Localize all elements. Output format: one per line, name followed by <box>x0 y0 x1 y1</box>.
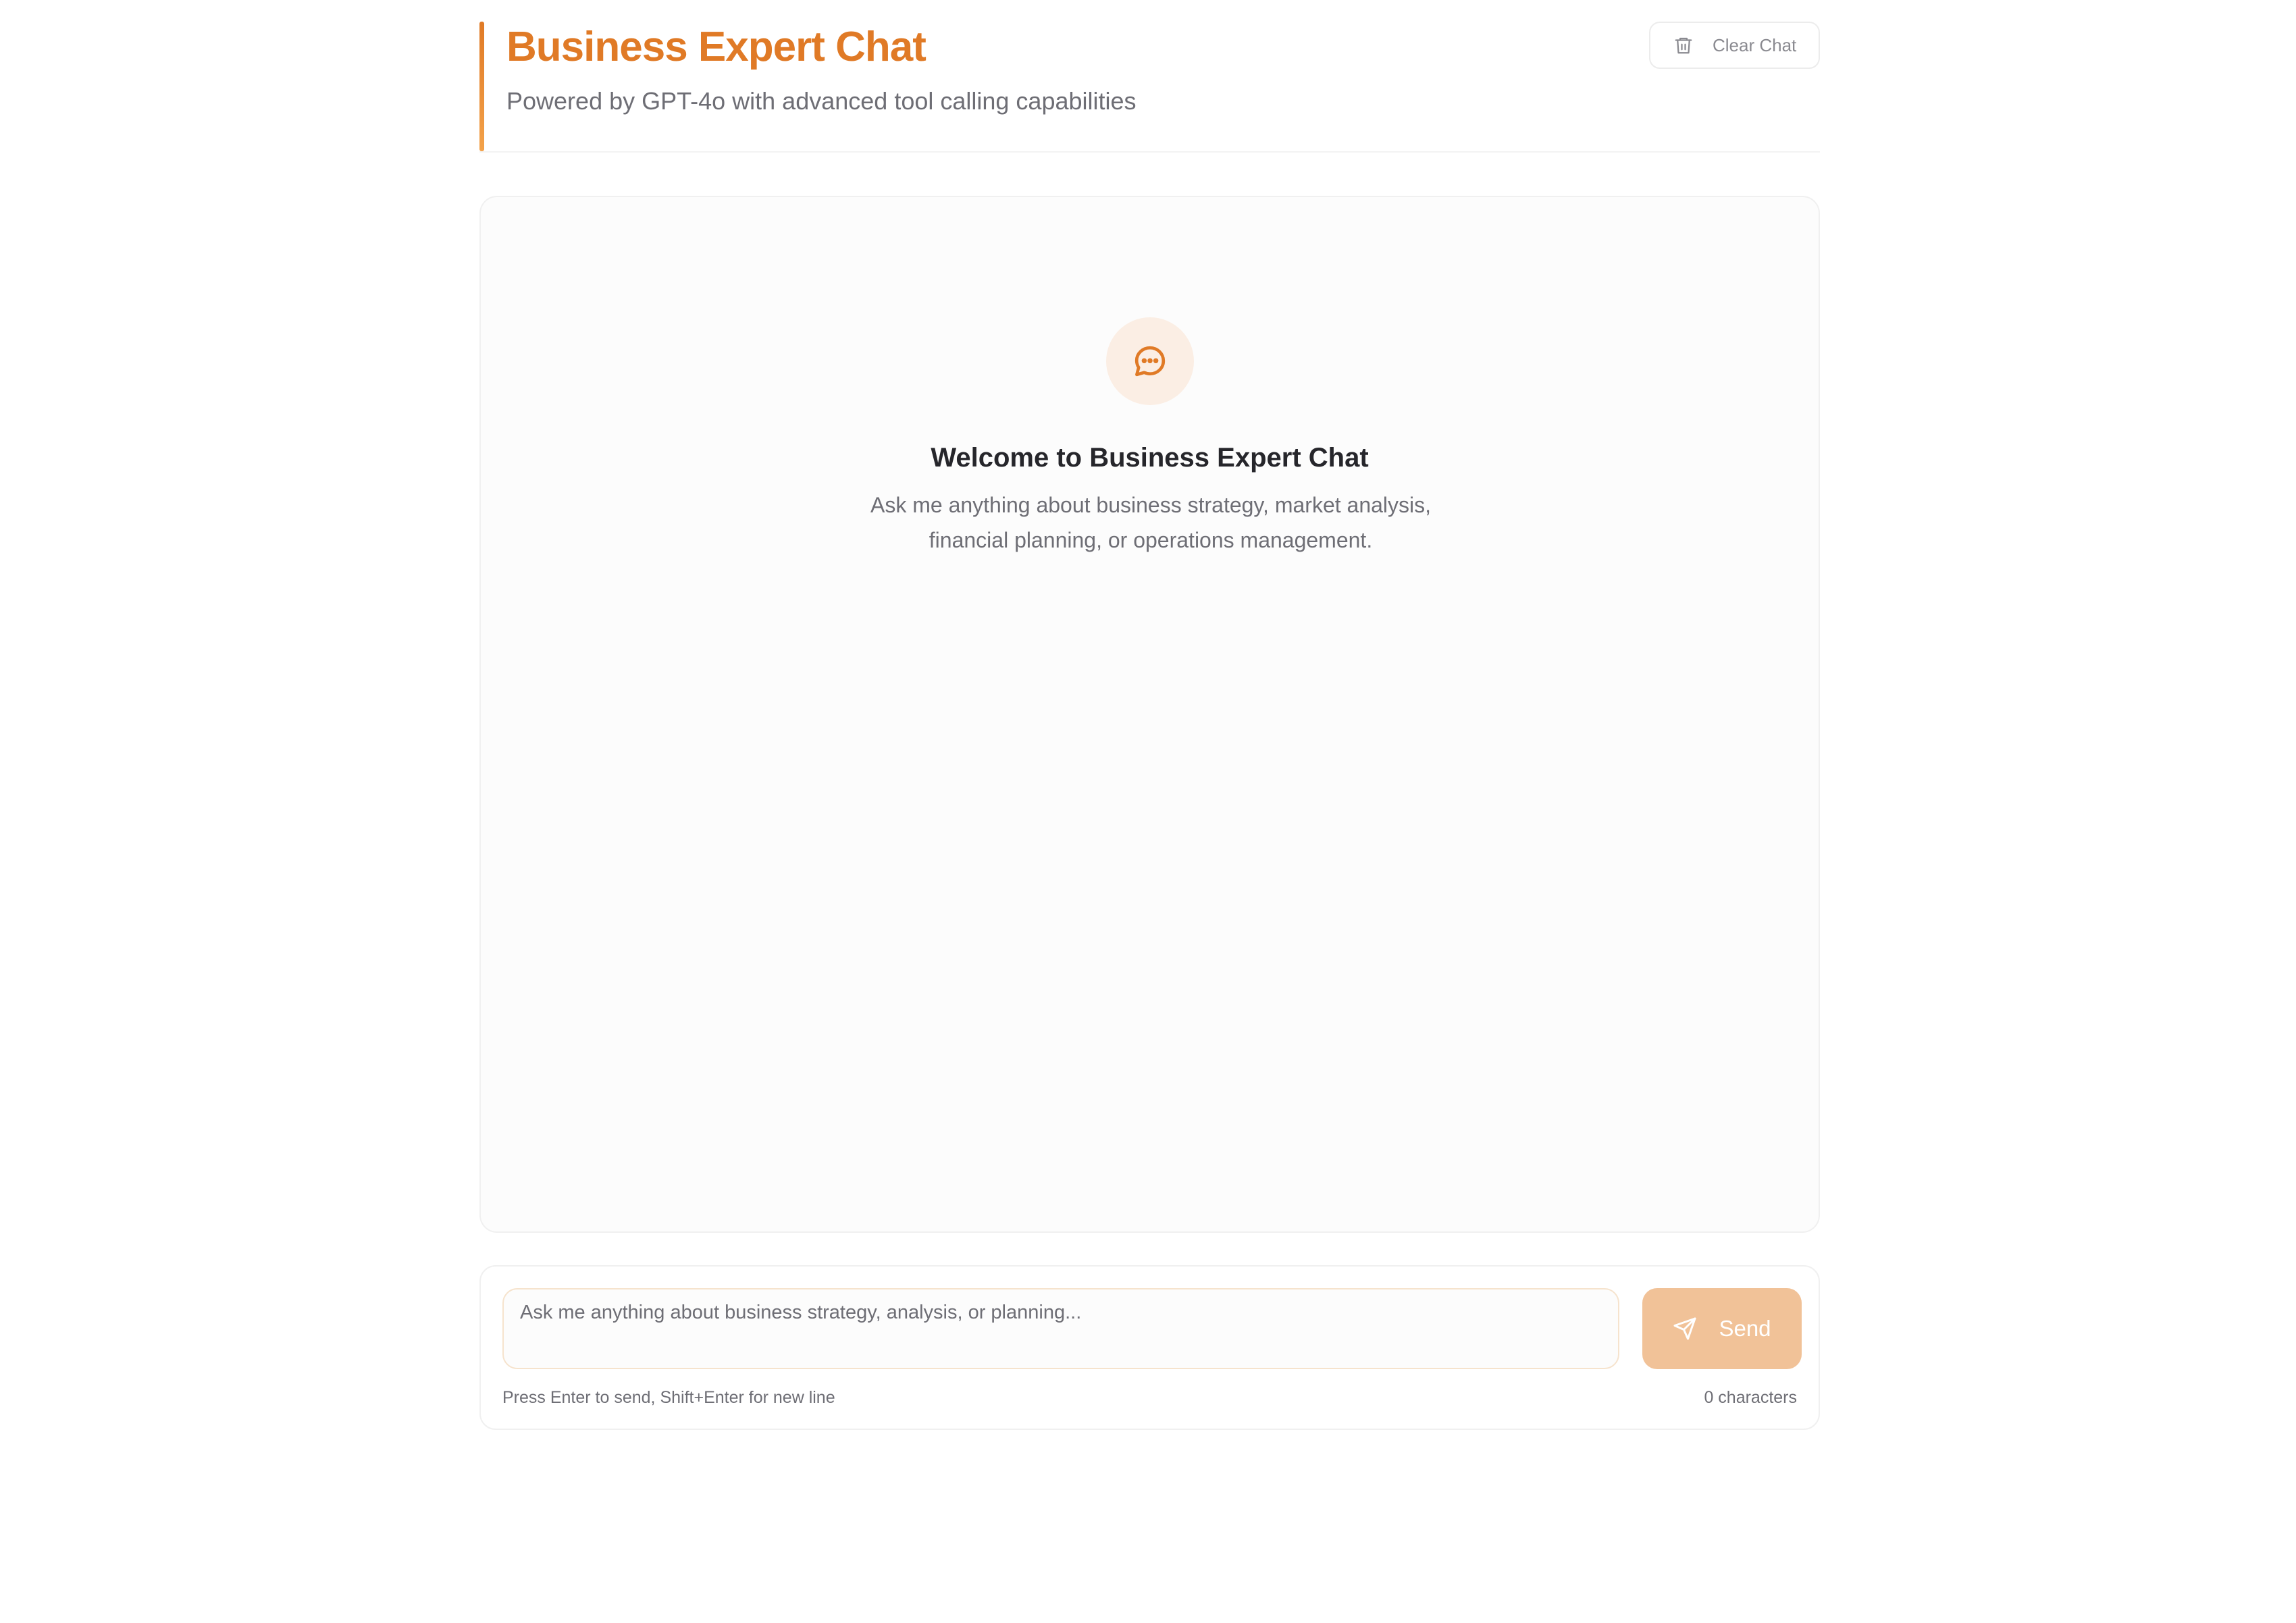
welcome-icon-circle <box>1106 317 1194 405</box>
character-count: 0 characters <box>1704 1388 1797 1407</box>
send-label: Send <box>1719 1316 1771 1341</box>
message-input[interactable] <box>502 1288 1619 1369</box>
trash-icon <box>1675 37 1692 54</box>
send-button[interactable]: Send <box>1642 1288 1802 1369</box>
send-icon <box>1673 1317 1696 1340</box>
clear-chat-label: Clear Chat <box>1713 34 1797 55</box>
page-title: Business Expert Chat <box>506 24 927 70</box>
chat-bubble-icon <box>1134 346 1166 377</box>
app-container: Business Expert Chat Powered by GPT-4o w… <box>479 0 1820 1623</box>
header: Business Expert Chat Powered by GPT-4o w… <box>479 22 1820 153</box>
chat-messages-panel: Welcome to Business Expert Chat Ask me a… <box>479 196 1820 1233</box>
clear-chat-button[interactable]: Clear Chat <box>1649 22 1820 69</box>
header-accent-bar <box>479 22 484 151</box>
page-subtitle: Powered by GPT-4o with advanced tool cal… <box>506 87 1137 115</box>
message-composer: Send Press Enter to send, Shift+Enter fo… <box>479 1265 1820 1430</box>
keyboard-hint: Press Enter to send, Shift+Enter for new… <box>502 1388 835 1407</box>
welcome-title: Welcome to Business Expert Chat <box>931 443 1369 473</box>
welcome-text: Ask me anything about business strategy,… <box>870 493 1432 552</box>
